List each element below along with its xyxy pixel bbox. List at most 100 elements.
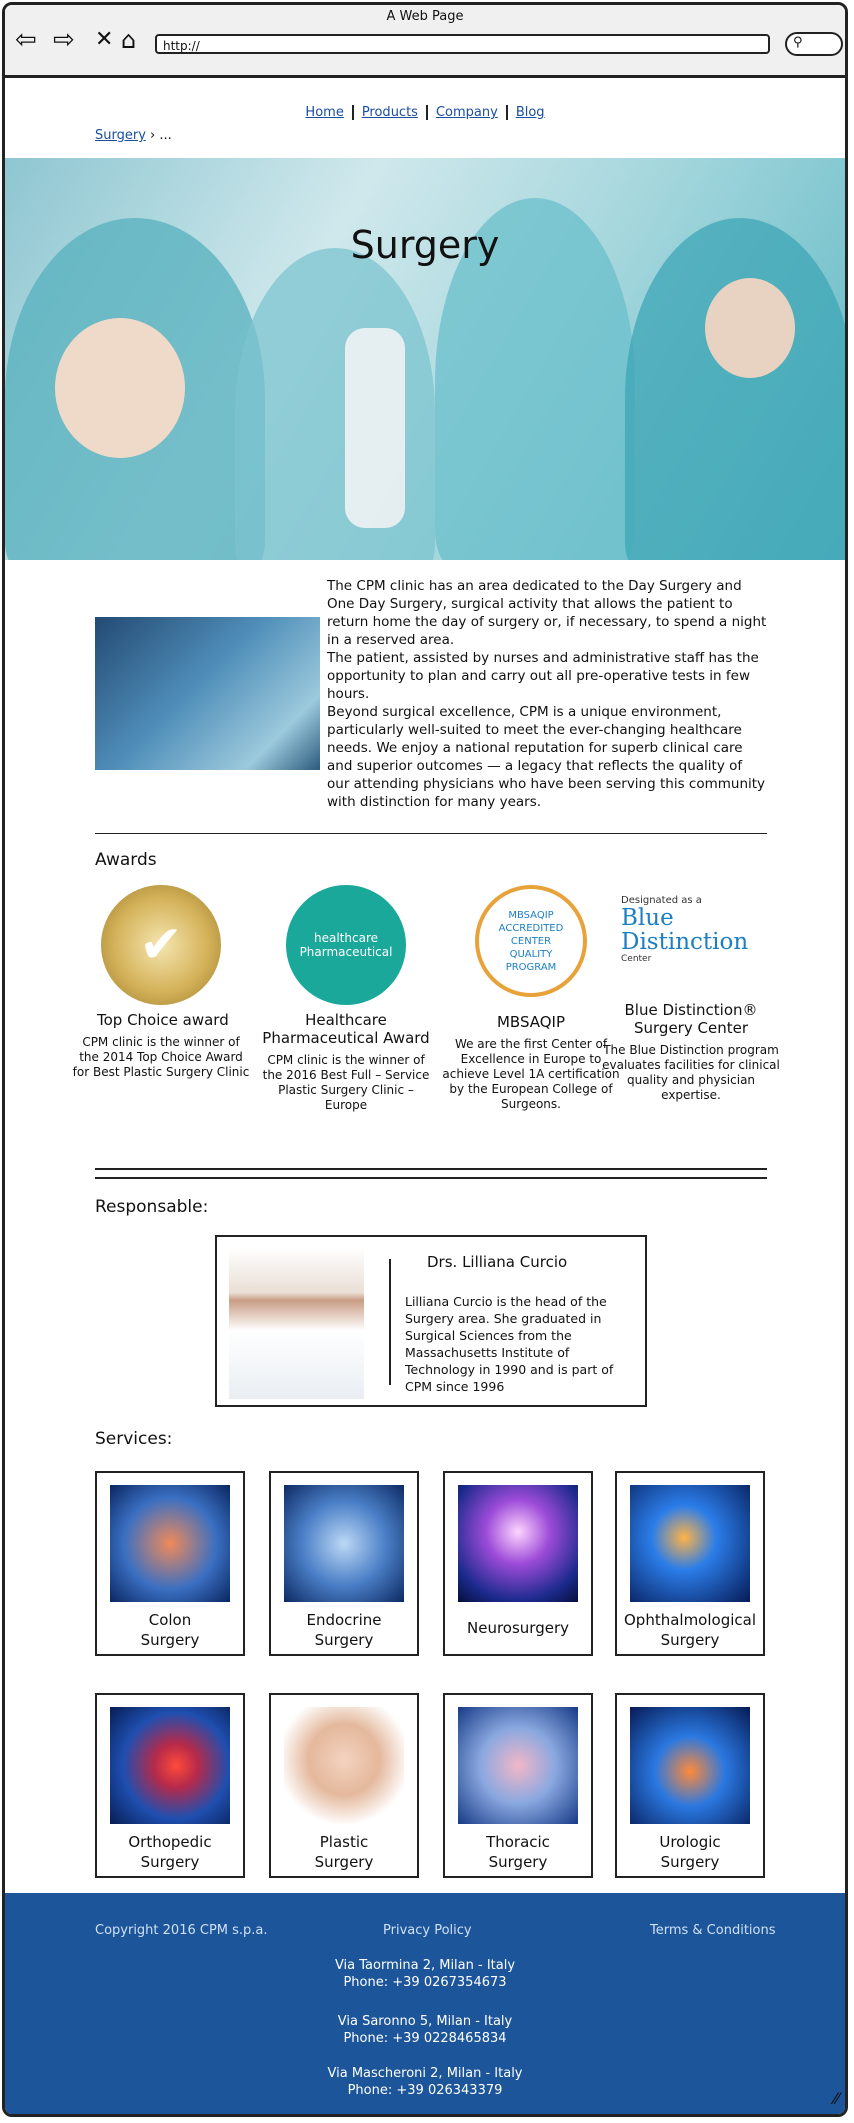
service-name: Surgery [140,1853,200,1871]
page-title: Surgery [350,223,500,267]
services-heading: Services: [95,1429,173,1449]
browser-toolbar: A Web Page ⇦ ⇨ ✕ ⌂ http:// ⚲ [5,5,845,78]
breadcrumb: Surgery › ... [95,128,172,143]
breadcrumb-rest: ... [159,128,172,143]
intro-text: The CPM clinic has an area dedicated to … [327,577,767,811]
service-card-colon[interactable]: Colon Surgery [95,1471,245,1656]
home-icon[interactable]: ⌂ [121,25,136,55]
service-name: Surgery [488,1853,548,1871]
url-bar[interactable]: http:// [155,34,770,54]
logo-text: MBSAQIP ACCREDITED CENTER QUALITY PROGRA… [498,909,564,973]
service-card-ophthalmological[interactable]: Ophthalmological Surgery [615,1471,765,1656]
url-text: http:// [163,39,200,53]
awards-heading: Awards [95,850,157,870]
award-name: Top Choice award [97,1011,229,1029]
gloved-hand-syringe [345,328,405,528]
service-name: Endocrine [306,1611,382,1629]
service-name: Colon [148,1611,192,1629]
footer-address: Via Taormina 2, Milan - Italy Phone: +39 … [5,1957,845,1991]
address-street: Via Taormina 2, Milan - Italy [334,1958,516,1973]
forward-arrow-icon[interactable]: ⇨ [53,25,75,55]
service-card-thoracic[interactable]: Thoracic Surgery [443,1693,593,1878]
hero-face [55,318,185,458]
award-blue-distinction: Designated as a Blue Distinction Center … [601,885,781,1103]
browser-window: A Web Page ⇦ ⇨ ✕ ⌂ http:// ⚲ Home Product… [2,2,848,2117]
intro-paragraph: The patient, assisted by nurses and admi… [327,650,759,702]
award-description: The Blue Distinction program evaluates f… [602,1043,780,1102]
nav-home-link[interactable]: Home [297,105,351,120]
eye-head-image [630,1485,750,1602]
lungs-image [458,1707,578,1824]
privacy-policy-link[interactable]: Privacy Policy [383,1923,472,1938]
service-name: Neurosurgery [467,1619,569,1637]
face-image [284,1707,404,1824]
intro-paragraph: Beyond surgical excellence, CPM is a uni… [327,704,766,810]
address-street: Via Saronno 5, Milan - Italy [337,2014,513,2029]
close-icon[interactable]: ✕ [95,25,113,55]
top-choice-seal-icon: ✔ [101,885,221,1005]
divider [95,1168,767,1170]
service-card-urologic[interactable]: Urologic Surgery [615,1693,765,1878]
service-name: Urologic [659,1833,721,1851]
service-card-neurosurgery[interactable]: Neurosurgery [443,1471,593,1656]
logo-sub-text: Center [621,954,652,964]
logo-small-text: Designated as a [621,895,702,906]
service-card-orthopedic[interactable]: Orthopedic Surgery [95,1693,245,1878]
logo-big-text: Blue Distinction [621,905,749,955]
healthcare-pharmaceutical-logo: healthcare Pharmaceutical [286,885,406,1005]
award-name: MBSAQIP [496,1013,566,1031]
service-card-plastic[interactable]: Plastic Surgery [269,1693,419,1878]
award-name: Healthcare Pharmaceutical Award [262,1011,430,1047]
hero-figure [625,218,845,560]
service-name: Surgery [140,1631,200,1649]
knee-image [110,1707,230,1824]
service-name: Surgery [660,1853,720,1871]
address-phone: Phone: +39 026343379 [347,2083,503,2098]
brain-image [458,1485,578,1602]
service-name: Ophthalmological [623,1611,756,1629]
footer-address: Via Mascheroni 2, Milan - Italy Phone: +3… [5,2065,845,2099]
award-description: We are the first Center of Excellence in… [442,1037,620,1111]
service-name: Thoracic [486,1833,550,1851]
footer-copyright: Copyright 2016 CPM s.p.a. [95,1923,268,1938]
urinary-tract-image [630,1707,750,1824]
search-icon: ⚲ [793,35,803,50]
intro-paragraph: The CPM clinic has an area dedicated to … [327,578,767,648]
footer: Copyright 2016 CPM s.p.a. Privacy Policy… [5,1893,845,2114]
footer-address: Via Saronno 5, Milan - Italy Phone: +39 0… [5,2013,845,2047]
service-name: Plastic [319,1833,369,1851]
resize-handle-icon[interactable]: ⁄⁄ [834,2089,839,2108]
service-card-endocrine[interactable]: Endocrine Surgery [269,1471,419,1656]
card-divider [389,1259,391,1385]
service-name: Surgery [660,1631,720,1649]
address-street: Via Mascheroni 2, Milan - Italy [327,2066,523,2081]
terms-conditions-link[interactable]: Terms & Conditions [650,1923,776,1938]
hero-face [705,278,795,378]
hero-banner: Surgery [5,158,845,560]
doctor-name: Drs. Lilliana Curcio [427,1253,568,1271]
address-phone: Phone: +39 0267354673 [343,1975,507,1990]
doctor-bio: Lilliana Curcio is the head of the Surge… [405,1294,614,1394]
search-box[interactable]: ⚲ [785,32,843,56]
award-name: Blue Distinction® Surgery Center [624,1001,758,1037]
award-description: CPM clinic is the winner of the 2014 Top… [72,1035,250,1079]
top-nav: Home Products Company Blog [5,105,845,120]
nav-products-link[interactable]: Products [351,105,426,120]
breadcrumb-surgery-link[interactable]: Surgery [95,128,146,143]
nav-company-link[interactable]: Company [425,105,506,120]
blue-distinction-logo: Designated as a Blue Distinction Center [621,885,761,985]
address-phone: Phone: +39 0228465834 [343,2031,507,2046]
award-description: CPM clinic is the winner of the 2016 Bes… [262,1053,430,1112]
hero-figure [235,248,435,560]
award-healthcare-pharmaceutical: healthcare Pharmaceutical Healthcare Pha… [256,885,436,1113]
service-name: Surgery [314,1631,374,1649]
endocrine-image [284,1485,404,1602]
service-name: Surgery [314,1853,374,1871]
divider [95,833,767,834]
service-name: Orthopedic [128,1833,212,1851]
doctor-photo [229,1247,364,1399]
colon-image [110,1485,230,1602]
nav-blog-link[interactable]: Blog [505,105,553,120]
back-arrow-icon[interactable]: ⇦ [15,25,37,55]
window-title: A Web Page [386,9,464,24]
